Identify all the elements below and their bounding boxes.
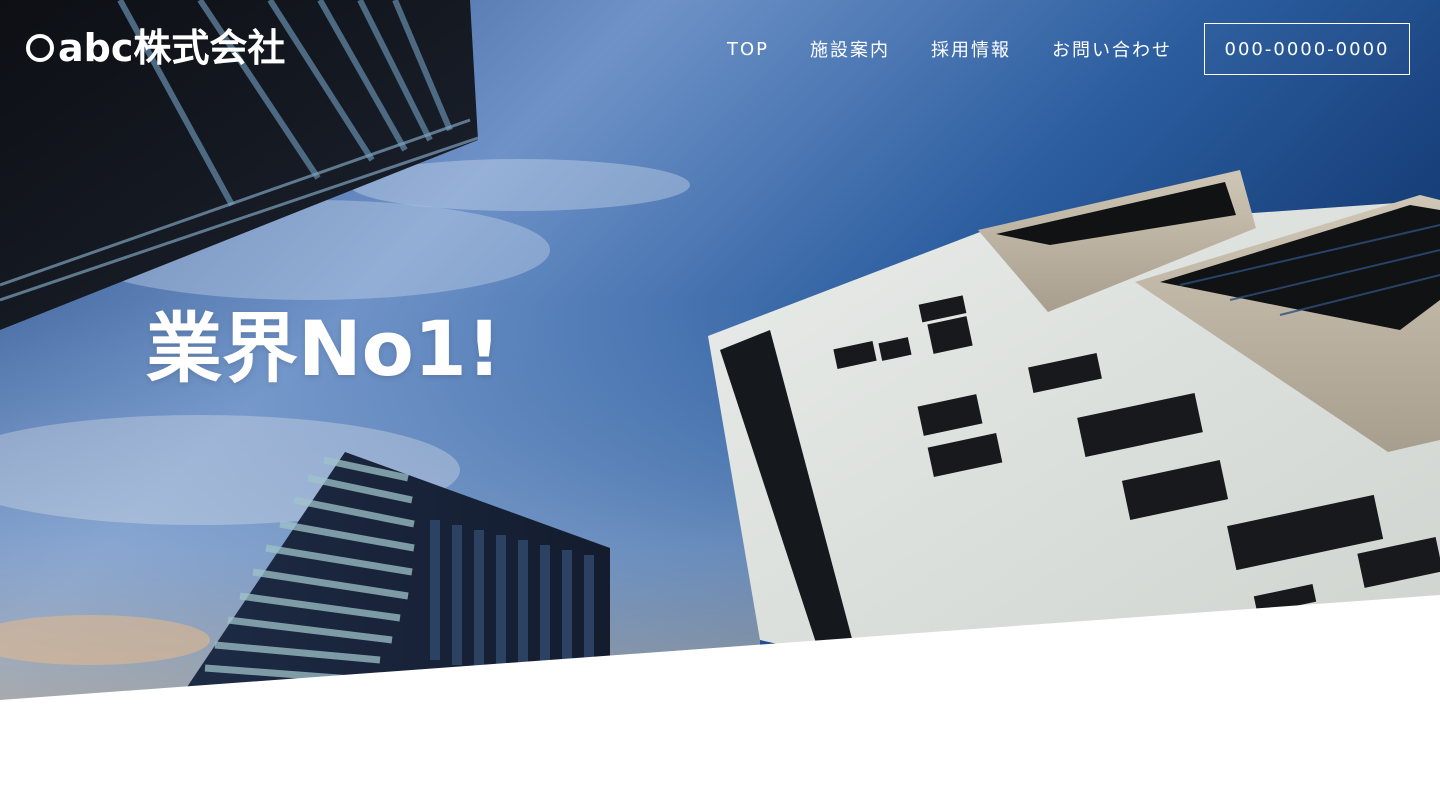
phone-number-button[interactable]: 000-0000-0000	[1204, 23, 1410, 75]
company-logo[interactable]: abc株式会社	[26, 26, 285, 70]
logo-circle-icon	[26, 34, 54, 62]
hero-headline: 業界No1!	[146, 304, 502, 393]
site-header: abc株式会社 TOP 施設案内 採用情報 お問い合わせ 000-0000-00…	[0, 0, 1440, 100]
nav-link-contact[interactable]: お問い合わせ	[1052, 36, 1172, 62]
global-nav: TOP 施設案内 採用情報 お問い合わせ 000-0000-0000	[727, 23, 1410, 75]
hero-section: abc株式会社 TOP 施設案内 採用情報 お問い合わせ 000-0000-00…	[0, 0, 1440, 788]
nav-link-top[interactable]: TOP	[727, 39, 769, 60]
nav-link-recruitment[interactable]: 採用情報	[931, 36, 1011, 62]
logo-text: abc株式会社	[58, 26, 286, 70]
hero-background-image	[0, 0, 1440, 788]
nav-link-facilities[interactable]: 施設案内	[810, 36, 890, 62]
